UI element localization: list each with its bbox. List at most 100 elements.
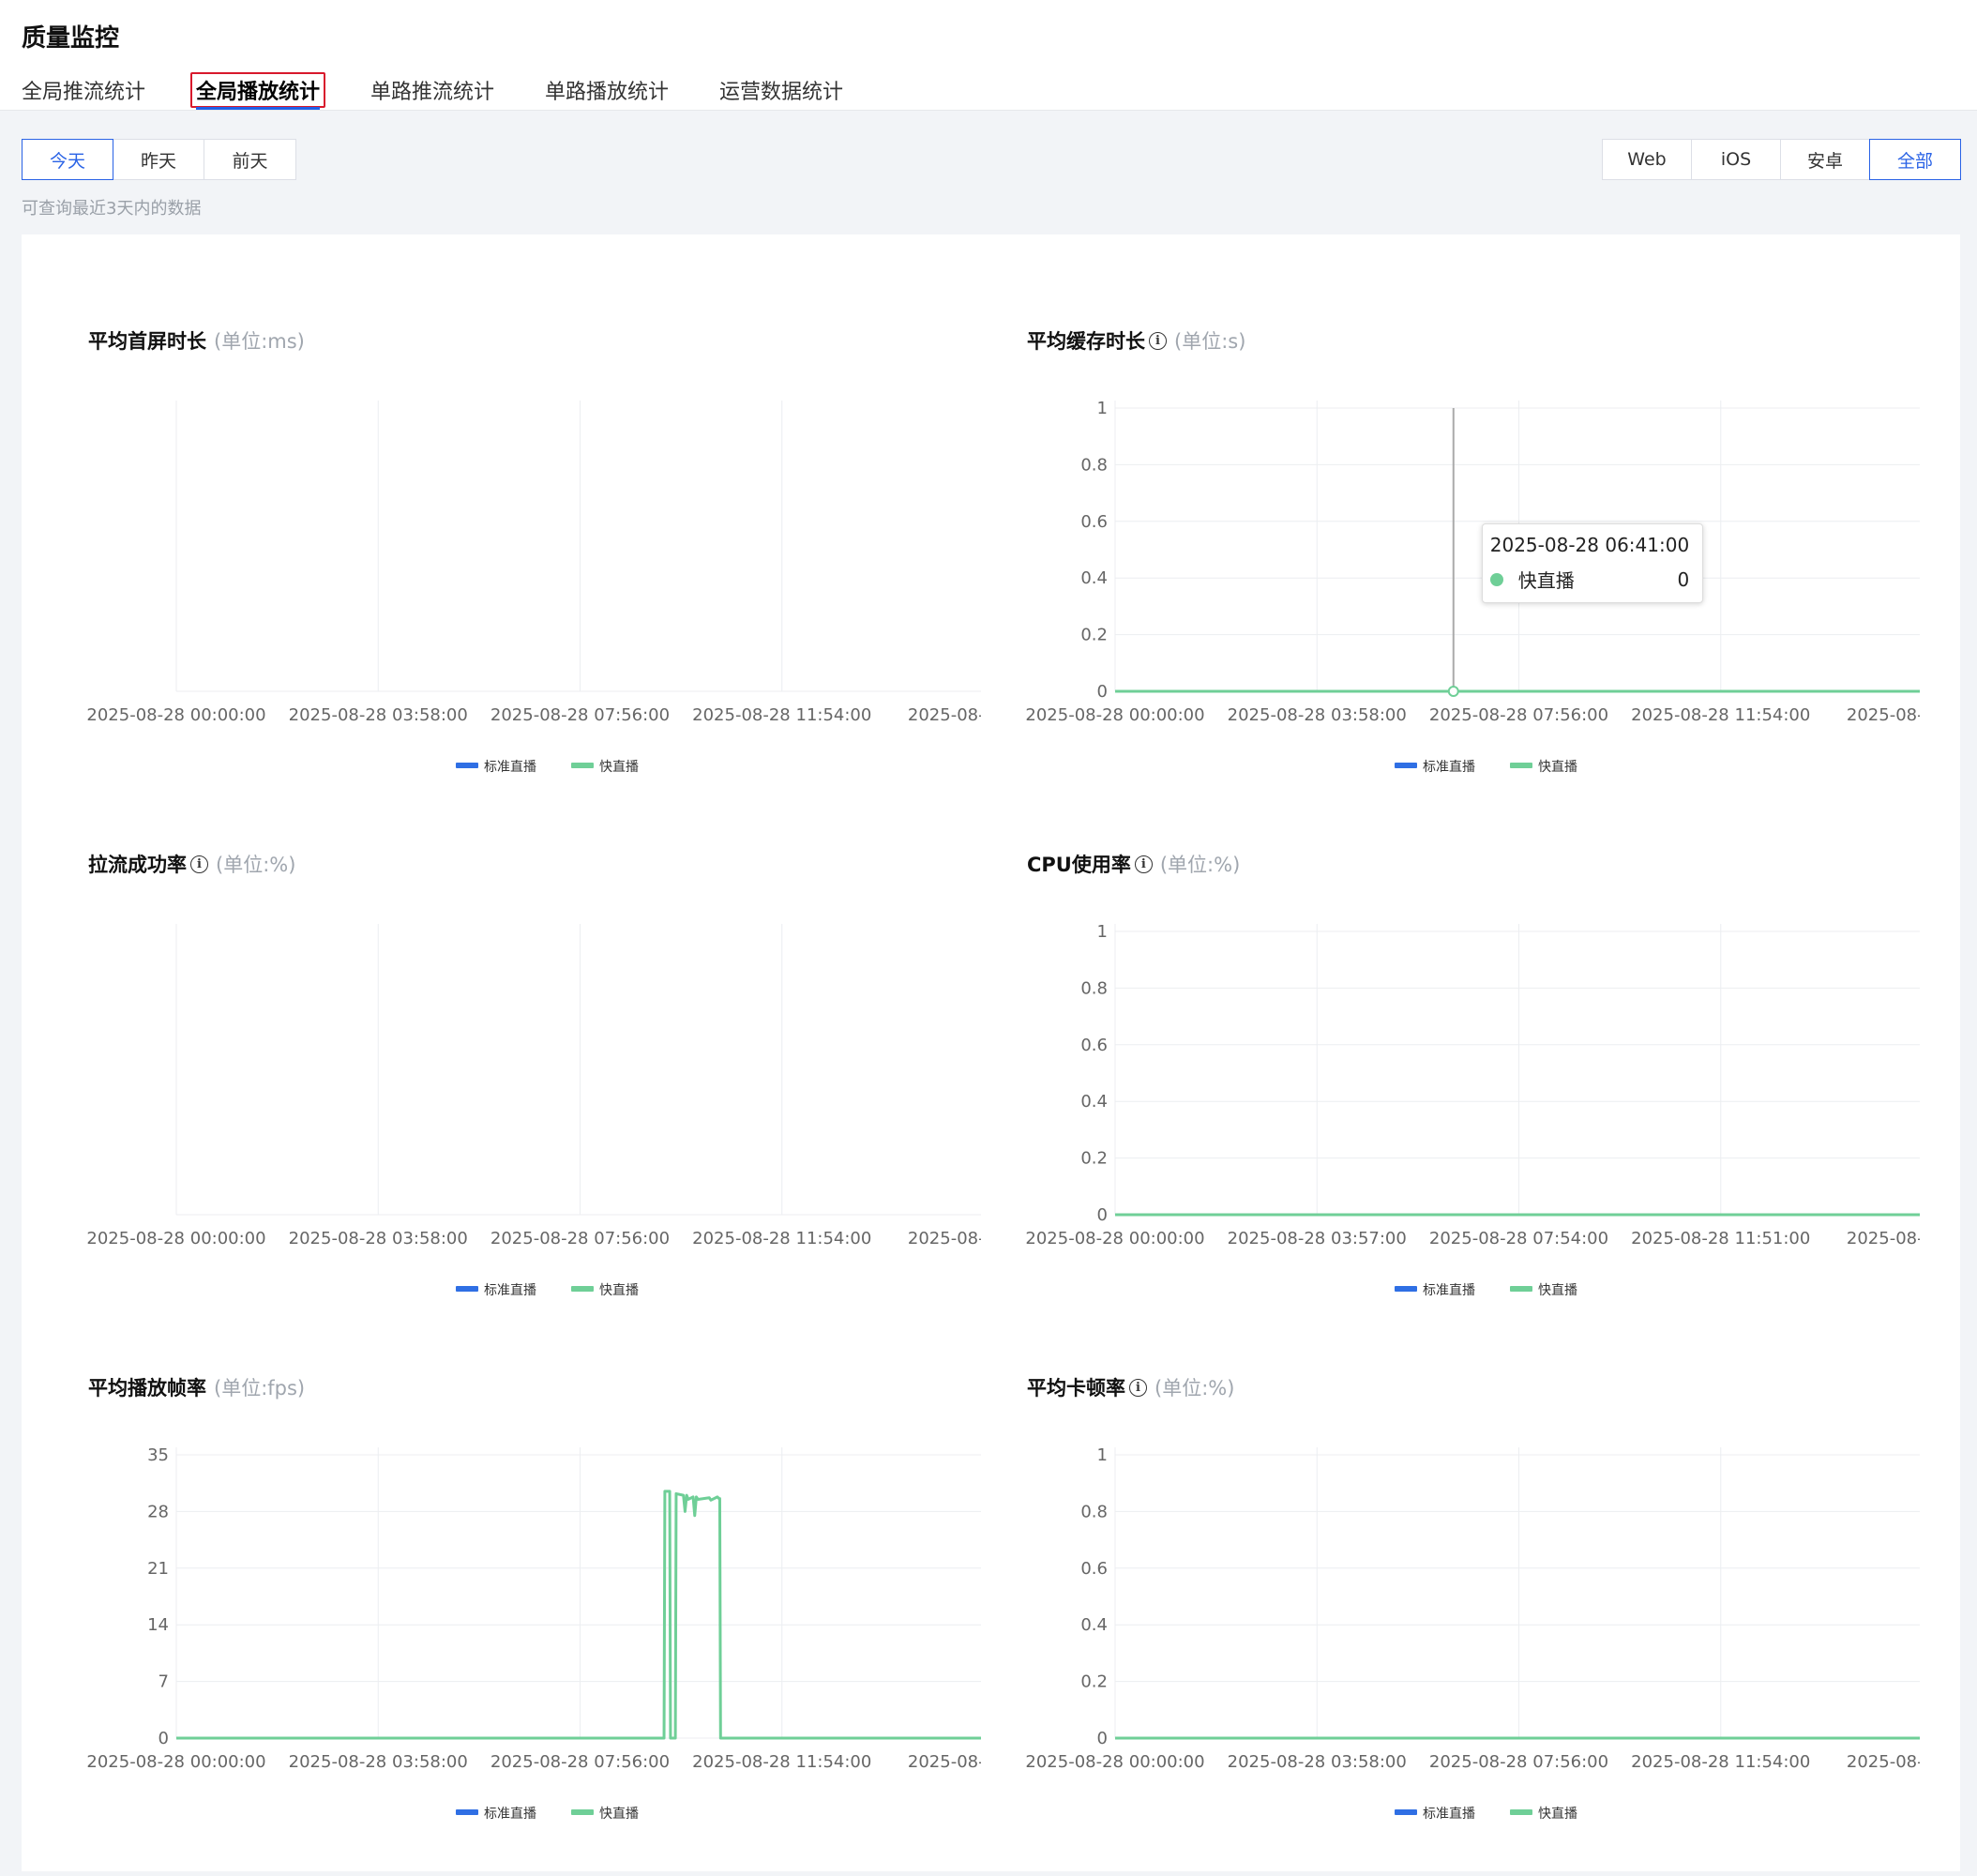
y-tick-label: 1 bbox=[1097, 1445, 1108, 1465]
legend-label[interactable]: 快直播 bbox=[599, 1806, 639, 1822]
android-button[interactable]: 安卓 bbox=[1780, 139, 1870, 180]
chart-buffer-duration: 平均缓存时长 i (单位:s) 0 0.2 0.4 0.6 0.8 1 2025-08-28 00… bbox=[982, 234, 1920, 775]
tab-global-play[interactable]: 全局播放统计 bbox=[190, 72, 326, 110]
x-tick-label: 2025-08-28 11:54:00 bbox=[1631, 705, 1810, 725]
tab-operations[interactable]: 运营数据统计 bbox=[719, 75, 843, 110]
legend-swatch-standard[interactable] bbox=[1395, 1809, 1417, 1815]
chart-cpu-usage: CPU使用率 i (单位:%) 0 0.2 0.4 0.6 0.8 1 2025-08-28 00… bbox=[982, 758, 1920, 1298]
x-tick-label: 2025-08-28 00:00:00 bbox=[1025, 1229, 1204, 1248]
x-tick-label: 2025-08-28 03:58:00 bbox=[1228, 1752, 1407, 1772]
tooltip-value: 0 bbox=[1677, 567, 1690, 591]
chart-frame-rate: 平均播放帧率 (单位:fps) 0 7 14 21 28 35 2025-08-28 00:00… bbox=[43, 1281, 981, 1822]
legend-label[interactable]: 快直播 bbox=[1538, 1806, 1577, 1822]
today-button[interactable]: 今天 bbox=[22, 139, 113, 180]
y-tick-label: 0.8 bbox=[1080, 1502, 1108, 1521]
tab-label: 运营数据统计 bbox=[719, 81, 844, 104]
all-button[interactable]: 全部 bbox=[1869, 139, 1961, 180]
chart-svg: 2025-08-28 00:00:00 2025-08-28 03:58:00 20… bbox=[86, 924, 981, 1298]
tooltip-row: 快直播 0 bbox=[1489, 566, 1690, 593]
charts-panel: 平均首屏时长 (单位:ms) 2025-08-28 00:00:00 2025-08-… bbox=[22, 234, 1960, 1871]
x-tick-label: 2025-08-28 07:56:00 bbox=[490, 1752, 670, 1772]
platform-filter: Web iOS 安卓 全部 bbox=[1602, 139, 1961, 180]
chart-svg: 0 0.2 0.4 0.6 0.8 1 2025-08-28 00:00:00 2025-08… bbox=[1025, 399, 1920, 775]
legend-swatch-fast[interactable] bbox=[1510, 1809, 1532, 1815]
y-tick-label: 0.6 bbox=[1080, 1559, 1108, 1579]
tab-single-play[interactable]: 单路播放统计 bbox=[545, 75, 669, 110]
tooltip-point bbox=[1447, 686, 1459, 697]
x-tick-label: 2025-08-28 15:52 bbox=[1847, 1752, 1920, 1772]
series-line-fast bbox=[176, 1490, 981, 1740]
chart-svg: 0 7 14 21 28 35 2025-08-28 00:00:00 2025-08-28 … bbox=[86, 1445, 981, 1822]
y-tick-label: 28 bbox=[147, 1502, 169, 1521]
legend-swatch-fast[interactable] bbox=[571, 1809, 594, 1815]
y-tick-label: 0 bbox=[1097, 1729, 1108, 1748]
chart-pull-success: 拉流成功率 i (单位:%) 2025-08-28 00:00:00 2025-08-2… bbox=[43, 758, 981, 1298]
x-tick-label: 2025-08-28 03:58:00 bbox=[1228, 705, 1407, 725]
y-tick-label: 0 bbox=[1097, 682, 1108, 702]
highlight-box bbox=[190, 72, 326, 108]
y-tick-label: 21 bbox=[147, 1559, 169, 1579]
day-before-button[interactable]: 前天 bbox=[204, 139, 296, 180]
legend-label[interactable]: 标准直播 bbox=[1423, 1806, 1475, 1822]
chart-svg: 0 0.2 0.4 0.6 0.8 1 2025-08-28 00:00:00 2025-08… bbox=[1025, 1445, 1920, 1822]
ios-button[interactable]: iOS bbox=[1691, 139, 1781, 180]
tooltip-time: 2025-08-28 06:41:00 bbox=[1489, 534, 1690, 556]
x-tick-label: 2025-08-28 00:00:00 bbox=[1025, 705, 1204, 725]
x-tick-label: 2025-08-28 15:52 bbox=[908, 1752, 981, 1772]
tooltip-series: 快直播 bbox=[1517, 569, 1575, 592]
y-tick-label: 0.4 bbox=[1080, 1092, 1108, 1112]
x-tick-label: 2025-08-28 03:58:00 bbox=[289, 1229, 468, 1248]
x-tick-label: 2025-08-28 03:58:00 bbox=[289, 1752, 468, 1772]
yesterday-button[interactable]: 昨天 bbox=[113, 139, 204, 180]
y-tick-label: 1 bbox=[1097, 399, 1108, 418]
x-tick-label: 2025-08-28 00:00:00 bbox=[86, 1752, 265, 1772]
top-header: 质量监控 全局推流统计 全局播放统计 单路推流统计 单路播放统计 运营数据统计 bbox=[0, 0, 1977, 111]
y-tick-label: 0.2 bbox=[1080, 1672, 1108, 1692]
tab-label: 全局推流统计 bbox=[22, 81, 146, 104]
y-tick-label: 0 bbox=[158, 1729, 169, 1748]
x-tick-label: 2025-08-28 07:56:00 bbox=[490, 705, 670, 725]
legend-swatch-standard[interactable] bbox=[456, 1809, 478, 1815]
x-tick-label: 2025-08-28 11:54:00 bbox=[1631, 1752, 1810, 1772]
y-tick-label: 0 bbox=[1097, 1205, 1108, 1225]
x-tick-label: 2025-08-28 15:48 bbox=[1847, 1229, 1920, 1248]
x-tick-label: 2025-08-28 07:56:00 bbox=[1429, 1752, 1608, 1772]
x-tick-label: 2025-08-28 15:52 bbox=[908, 705, 981, 725]
y-tick-label: 1 bbox=[1097, 922, 1108, 942]
tab-label: 单路推流统计 bbox=[370, 81, 495, 104]
series-dot-icon bbox=[1489, 572, 1503, 586]
legend-label[interactable]: 标准直播 bbox=[484, 1806, 536, 1822]
y-tick-label: 0.4 bbox=[1080, 568, 1108, 588]
y-tick-label: 14 bbox=[147, 1615, 169, 1635]
y-tick-label: 0.2 bbox=[1080, 626, 1108, 645]
y-tick-label: 0.6 bbox=[1080, 512, 1108, 532]
y-tick-label: 35 bbox=[147, 1445, 169, 1465]
x-tick-label: 2025-08-28 07:56:00 bbox=[1429, 705, 1608, 725]
tab-global-push[interactable]: 全局推流统计 bbox=[22, 75, 145, 110]
x-tick-label: 2025-08-28 07:54:00 bbox=[1429, 1229, 1608, 1248]
tab-label: 单路播放统计 bbox=[545, 81, 670, 104]
x-tick-label: 2025-08-28 11:54:00 bbox=[692, 1229, 871, 1248]
x-tick-label: 2025-08-28 07:56:00 bbox=[490, 1229, 670, 1248]
y-tick-label: 0.2 bbox=[1080, 1149, 1108, 1169]
x-tick-label: 2025-08-28 00:00:00 bbox=[86, 1229, 265, 1248]
x-tick-label: 2025-08-28 11:54:00 bbox=[692, 705, 871, 725]
y-tick-label: 0.8 bbox=[1080, 455, 1108, 475]
x-tick-label: 2025-08-28 03:58:00 bbox=[289, 705, 468, 725]
x-tick-label: 2025-08-28 11:54:00 bbox=[692, 1752, 871, 1772]
chart-tooltip: 2025-08-28 06:41:00 快直播 0 bbox=[1481, 523, 1704, 603]
y-tick-label: 0.8 bbox=[1080, 978, 1108, 998]
y-tick-label: 0.6 bbox=[1080, 1036, 1108, 1055]
tab-single-push[interactable]: 单路推流统计 bbox=[370, 75, 494, 110]
day-filter: 今天 昨天 前天 bbox=[22, 139, 296, 180]
x-tick-label: 2025-08-28 15:52 bbox=[908, 1229, 981, 1248]
web-button[interactable]: Web bbox=[1602, 139, 1692, 180]
active-underline bbox=[196, 107, 321, 110]
chart-stall-rate: 平均卡顿率 i (单位:%) 0 0.2 0.4 0.6 0.8 1 2025-08-28 00:… bbox=[982, 1281, 1920, 1822]
x-tick-label: 2025-08-28 03:57:00 bbox=[1228, 1229, 1407, 1248]
chart-svg: 0 0.2 0.4 0.6 0.8 1 2025-08-28 00:00:00 2025-08… bbox=[1025, 922, 1920, 1298]
y-tick-label: 7 bbox=[158, 1672, 169, 1692]
y-tick-label: 0.4 bbox=[1080, 1615, 1108, 1635]
x-tick-label: 2025-08-28 00:00:00 bbox=[86, 705, 265, 725]
chart-svg: 2025-08-28 00:00:00 2025-08-28 03:58:00 20… bbox=[86, 401, 981, 775]
